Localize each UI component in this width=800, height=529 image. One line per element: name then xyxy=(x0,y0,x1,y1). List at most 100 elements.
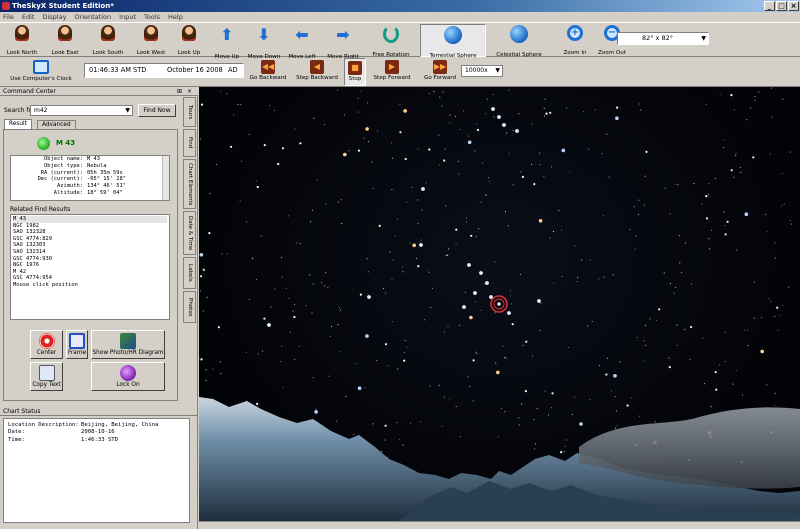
time-button-stop[interactable]: ■ Stop xyxy=(344,58,366,86)
side-tab-labels[interactable]: Labels xyxy=(183,257,196,289)
side-tab-tours[interactable]: Tours xyxy=(183,97,196,127)
related-result-item[interactable]: SAO 132328 xyxy=(13,229,167,236)
time-rate-select[interactable]: 10000x ▼ xyxy=(461,65,503,77)
side-tab-find[interactable]: Find xyxy=(183,129,196,157)
maximize-button[interactable]: □ xyxy=(776,1,787,11)
side-tab-chart-elements[interactable]: Chart Elements xyxy=(183,159,196,209)
toolbar-button-terrestial-sphere[interactable]: Terrestial Sphere xyxy=(420,24,486,59)
toolbar-button-look-north[interactable]: Look North xyxy=(2,24,42,57)
toolbar-button-celestial-sphere[interactable]: Celestial Sphere xyxy=(490,24,548,58)
time-button-go-forward[interactable]: ▶▶ Go Forward xyxy=(420,58,460,86)
star xyxy=(677,184,679,186)
object-info-list[interactable]: Object name: M 43 Object type: Nebula RA (cu… xyxy=(10,155,170,201)
star xyxy=(340,309,342,311)
minimize-button[interactable]: _ xyxy=(764,1,775,11)
star xyxy=(366,258,368,260)
star xyxy=(747,344,749,346)
tab-advanced[interactable]: Advanced xyxy=(37,120,76,129)
side-tab-photos[interactable]: Photos xyxy=(183,291,196,323)
show-photo-button[interactable]: Show Photo/HR Diagram xyxy=(91,330,165,359)
time-button-step-backward[interactable]: ◀ Step Backward xyxy=(294,58,340,86)
star xyxy=(599,364,601,367)
menu-input[interactable]: Input xyxy=(119,12,136,22)
related-result-item[interactable]: NGC 1976 xyxy=(13,262,167,269)
info-row: Object name: M 43 xyxy=(11,156,169,163)
sky-chart-canvas[interactable] xyxy=(199,87,800,521)
date-time-field[interactable]: 01:46:33 AM STD October 16 2008 AD xyxy=(84,63,244,78)
find-now-button[interactable]: Find Now xyxy=(138,104,176,117)
related-result-item[interactable]: GSC 4774:954 xyxy=(13,275,167,282)
time-button-step-forward[interactable]: ▶ Step Forward xyxy=(370,58,414,86)
related-result-item[interactable]: Mouse click position xyxy=(13,282,167,289)
toolbar-button-move-up[interactable]: ⬆ Move Up xyxy=(210,24,244,60)
star xyxy=(311,209,313,211)
tab-result[interactable]: Result xyxy=(4,119,32,129)
fov-select[interactable]: 82° x 82° ▼ xyxy=(617,32,709,45)
related-result-item[interactable]: M 42 xyxy=(13,269,167,276)
menu-display[interactable]: Display xyxy=(42,12,66,22)
bright-star xyxy=(367,295,371,299)
star xyxy=(644,344,646,346)
related-result-item[interactable]: SAO 132303 xyxy=(13,242,167,249)
lock-on-icon xyxy=(120,365,136,381)
related-result-item[interactable]: M 43 xyxy=(13,216,167,223)
person-north-icon xyxy=(15,25,29,41)
star xyxy=(716,388,718,390)
menu-edit[interactable]: Edit xyxy=(22,12,35,22)
go-forward-icon: ▶▶ xyxy=(433,60,447,74)
toolbar-button-look-up[interactable]: Look Up xyxy=(172,24,206,57)
menu-tools[interactable]: Tools xyxy=(144,12,160,22)
toolbar-button-look-south[interactable]: Look South xyxy=(88,24,128,57)
toolbar-button-look-west[interactable]: Look West xyxy=(131,24,171,57)
info-scrollbar[interactable] xyxy=(162,156,169,200)
menu-help[interactable]: Help xyxy=(168,12,183,22)
star xyxy=(480,201,482,203)
star xyxy=(774,404,776,406)
title-bar: TheSkyX Student Edition* _ □ × xyxy=(0,0,800,12)
computer-clock-icon xyxy=(33,60,49,74)
star xyxy=(348,150,350,152)
star xyxy=(508,152,510,154)
time-button-go-backward[interactable]: ◀◀ Go Backward xyxy=(246,58,290,86)
toolbar-button-move-right[interactable]: ➡ Move Right xyxy=(324,24,362,60)
related-result-item[interactable]: NGC 1982 xyxy=(13,223,167,230)
search-input[interactable]: m42 ▼ xyxy=(30,105,133,116)
sky-chart-view[interactable] xyxy=(199,87,800,521)
star xyxy=(724,331,726,333)
selected-object-marker[interactable] xyxy=(490,295,508,313)
toolbar-button-look-east[interactable]: Look East xyxy=(45,24,85,57)
star xyxy=(701,203,703,205)
star xyxy=(543,107,545,109)
star xyxy=(385,292,387,294)
star xyxy=(485,113,487,115)
star xyxy=(774,392,776,394)
menu-file[interactable]: File xyxy=(3,12,14,22)
person-east-icon xyxy=(58,25,72,41)
chevron-down-icon[interactable]: ▼ xyxy=(125,106,130,115)
toolbar-button-move-left[interactable]: ⬅ Move Left xyxy=(284,24,320,60)
star xyxy=(474,301,476,303)
star xyxy=(638,199,640,201)
menu-orientation[interactable]: Orientation xyxy=(74,12,111,22)
side-tab-date-time[interactable]: Date & Time xyxy=(183,211,196,255)
star xyxy=(409,242,411,244)
stop-icon: ■ xyxy=(348,61,362,75)
star xyxy=(417,222,419,224)
related-result-item[interactable]: SAO 132314 xyxy=(13,249,167,256)
copy-text-button[interactable]: Copy Text xyxy=(30,362,63,391)
pin-icon[interactable]: ⊞ xyxy=(177,87,182,96)
star xyxy=(640,109,642,111)
toolbar-button-zoom-in[interactable]: + Zoom In xyxy=(560,24,590,57)
lock-on-button[interactable]: Lock On xyxy=(91,362,165,391)
star xyxy=(741,394,744,396)
toolbar-button-free-rotation[interactable]: Free Rotation xyxy=(368,24,414,58)
related-results-list[interactable]: M 43 NGC 1982 SAO 132328 GSC 4774:829 SAO 13… xyxy=(10,214,170,320)
frame-button[interactable]: Frame xyxy=(66,330,88,359)
related-result-item[interactable]: GSC 4774:829 xyxy=(13,236,167,243)
star xyxy=(402,444,404,446)
toolbar-button-move-down[interactable]: ⬇ Move Down xyxy=(246,24,282,60)
close-button[interactable]: × xyxy=(788,1,799,11)
status-value: 2008-10-16 xyxy=(81,429,115,436)
related-result-item[interactable]: GSC 4774:930 xyxy=(13,256,167,263)
center-button[interactable]: Center xyxy=(30,330,63,359)
